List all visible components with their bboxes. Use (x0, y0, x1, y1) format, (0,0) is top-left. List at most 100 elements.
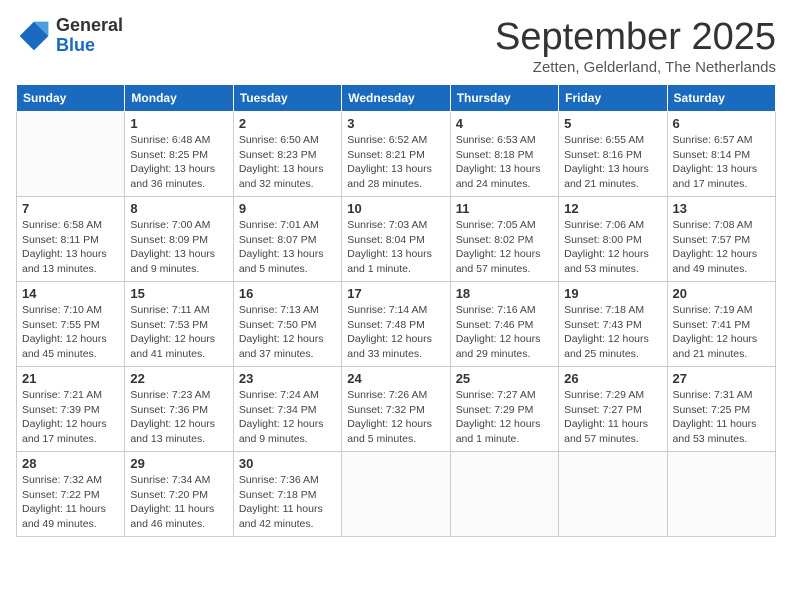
calendar-cell: 18 Sunrise: 7:16 AM Sunset: 7:46 PM Dayli… (450, 282, 558, 367)
month-title: September 2025 (495, 16, 776, 59)
day-info: Sunrise: 7:36 AM Sunset: 7:18 PM Dayligh… (239, 473, 336, 532)
calendar-cell: 9 Sunrise: 7:01 AM Sunset: 8:07 PM Daylig… (233, 197, 341, 282)
day-info: Sunrise: 7:16 AM Sunset: 7:46 PM Dayligh… (456, 303, 553, 362)
day-number: 13 (673, 201, 770, 216)
day-info: Sunrise: 6:50 AM Sunset: 8:23 PM Dayligh… (239, 133, 336, 192)
logo: General Blue (16, 16, 123, 56)
day-info: Sunrise: 7:24 AM Sunset: 7:34 PM Dayligh… (239, 388, 336, 447)
day-info: Sunrise: 6:58 AM Sunset: 8:11 PM Dayligh… (22, 218, 119, 277)
calendar-cell (559, 452, 667, 537)
day-number: 21 (22, 371, 119, 386)
week-row-3: 14 Sunrise: 7:10 AM Sunset: 7:55 PM Dayli… (17, 282, 776, 367)
calendar-cell: 30 Sunrise: 7:36 AM Sunset: 7:18 PM Dayli… (233, 452, 341, 537)
calendar-cell: 12 Sunrise: 7:06 AM Sunset: 8:00 PM Dayli… (559, 197, 667, 282)
day-header-saturday: Saturday (667, 85, 775, 112)
calendar-cell: 24Sunrise: 7:26 AM Sunset: 7:32 PM Dayli… (342, 367, 450, 452)
day-info: Sunrise: 7:23 AM Sunset: 7:36 PM Dayligh… (130, 388, 227, 447)
day-number: 4 (456, 116, 553, 131)
day-header-tuesday: Tuesday (233, 85, 341, 112)
day-number: 6 (673, 116, 770, 131)
calendar-cell: 27 Sunrise: 7:31 AM Sunset: 7:25 PM Dayli… (667, 367, 775, 452)
day-info: Sunrise: 7:18 AM Sunset: 7:43 PM Dayligh… (564, 303, 661, 362)
day-header-wednesday: Wednesday (342, 85, 450, 112)
calendar-cell: 1 Sunrise: 6:48 AM Sunset: 8:25 PM Daylig… (125, 112, 233, 197)
day-number: 19 (564, 286, 661, 301)
day-number: 25 (456, 371, 553, 386)
day-number: 18 (456, 286, 553, 301)
calendar-cell: 15 Sunrise: 7:11 AM Sunset: 7:53 PM Dayli… (125, 282, 233, 367)
calendar-cell: 20Sunrise: 7:19 AM Sunset: 7:41 PM Dayli… (667, 282, 775, 367)
calendar-cell: 21 Sunrise: 7:21 AM Sunset: 7:39 PM Dayli… (17, 367, 125, 452)
week-row-4: 21 Sunrise: 7:21 AM Sunset: 7:39 PM Dayli… (17, 367, 776, 452)
day-header-friday: Friday (559, 85, 667, 112)
day-info: Sunrise: 7:31 AM Sunset: 7:25 PM Dayligh… (673, 388, 770, 447)
day-number: 14 (22, 286, 119, 301)
day-info: Sunrise: 7:13 AM Sunset: 7:50 PM Dayligh… (239, 303, 336, 362)
calendar: SundayMondayTuesdayWednesdayThursdayFrid… (16, 84, 776, 537)
calendar-cell (17, 112, 125, 197)
week-row-2: 7 Sunrise: 6:58 AM Sunset: 8:11 PM Daylig… (17, 197, 776, 282)
calendar-cell: 13 Sunrise: 7:08 AM Sunset: 7:57 PM Dayli… (667, 197, 775, 282)
calendar-cell: 23Sunrise: 7:24 AM Sunset: 7:34 PM Dayli… (233, 367, 341, 452)
day-info: Sunrise: 7:19 AM Sunset: 7:41 PM Dayligh… (673, 303, 770, 362)
day-info: Sunrise: 7:03 AM Sunset: 8:04 PM Dayligh… (347, 218, 444, 277)
day-info: Sunrise: 6:57 AM Sunset: 8:14 PM Dayligh… (673, 133, 770, 192)
day-number: 28 (22, 456, 119, 471)
day-info: Sunrise: 7:08 AM Sunset: 7:57 PM Dayligh… (673, 218, 770, 277)
day-number: 5 (564, 116, 661, 131)
calendar-cell: 10 Sunrise: 7:03 AM Sunset: 8:04 PM Dayli… (342, 197, 450, 282)
day-number: 2 (239, 116, 336, 131)
calendar-cell (667, 452, 775, 537)
day-number: 26 (564, 371, 661, 386)
logo-icon (16, 18, 52, 54)
day-info: Sunrise: 7:21 AM Sunset: 7:39 PM Dayligh… (22, 388, 119, 447)
day-number: 7 (22, 201, 119, 216)
day-info: Sunrise: 7:06 AM Sunset: 8:00 PM Dayligh… (564, 218, 661, 277)
calendar-cell: 29Sunrise: 7:34 AM Sunset: 7:20 PM Dayli… (125, 452, 233, 537)
calendar-cell: 11 Sunrise: 7:05 AM Sunset: 8:02 PM Dayli… (450, 197, 558, 282)
title-area: September 2025 Zetten, Gelderland, The N… (495, 16, 776, 76)
week-row-1: 1 Sunrise: 6:48 AM Sunset: 8:25 PM Daylig… (17, 112, 776, 197)
calendar-cell: 25 Sunrise: 7:27 AM Sunset: 7:29 PM Dayli… (450, 367, 558, 452)
day-number: 16 (239, 286, 336, 301)
day-info: Sunrise: 6:52 AM Sunset: 8:21 PM Dayligh… (347, 133, 444, 192)
day-number: 24 (347, 371, 444, 386)
day-header-monday: Monday (125, 85, 233, 112)
day-number: 27 (673, 371, 770, 386)
week-row-5: 28Sunrise: 7:32 AM Sunset: 7:22 PM Dayli… (17, 452, 776, 537)
calendar-cell: 8Sunrise: 7:00 AM Sunset: 8:09 PM Daylig… (125, 197, 233, 282)
calendar-cell: 22 Sunrise: 7:23 AM Sunset: 7:36 PM Dayli… (125, 367, 233, 452)
day-number: 30 (239, 456, 336, 471)
day-number: 1 (130, 116, 227, 131)
logo-blue: Blue (56, 36, 123, 56)
day-info: Sunrise: 7:05 AM Sunset: 8:02 PM Dayligh… (456, 218, 553, 277)
day-info: Sunrise: 7:29 AM Sunset: 7:27 PM Dayligh… (564, 388, 661, 447)
day-info: Sunrise: 6:48 AM Sunset: 8:25 PM Dayligh… (130, 133, 227, 192)
calendar-cell (450, 452, 558, 537)
calendar-cell: 6 Sunrise: 6:57 AM Sunset: 8:14 PM Daylig… (667, 112, 775, 197)
day-number: 3 (347, 116, 444, 131)
day-number: 12 (564, 201, 661, 216)
day-header-thursday: Thursday (450, 85, 558, 112)
day-info: Sunrise: 7:01 AM Sunset: 8:07 PM Dayligh… (239, 218, 336, 277)
calendar-cell: 19 Sunrise: 7:18 AM Sunset: 7:43 PM Dayli… (559, 282, 667, 367)
day-number: 15 (130, 286, 227, 301)
day-number: 10 (347, 201, 444, 216)
calendar-cell: 16 Sunrise: 7:13 AM Sunset: 7:50 PM Dayli… (233, 282, 341, 367)
day-info: Sunrise: 7:11 AM Sunset: 7:53 PM Dayligh… (130, 303, 227, 362)
day-header-sunday: Sunday (17, 85, 125, 112)
day-info: Sunrise: 6:55 AM Sunset: 8:16 PM Dayligh… (564, 133, 661, 192)
day-number: 11 (456, 201, 553, 216)
calendar-cell: 3 Sunrise: 6:52 AM Sunset: 8:21 PM Daylig… (342, 112, 450, 197)
day-number: 9 (239, 201, 336, 216)
day-info: Sunrise: 7:10 AM Sunset: 7:55 PM Dayligh… (22, 303, 119, 362)
day-info: Sunrise: 7:27 AM Sunset: 7:29 PM Dayligh… (456, 388, 553, 447)
day-number: 29 (130, 456, 227, 471)
day-info: Sunrise: 7:00 AM Sunset: 8:09 PM Dayligh… (130, 218, 227, 277)
calendar-cell: 14 Sunrise: 7:10 AM Sunset: 7:55 PM Dayli… (17, 282, 125, 367)
calendar-cell: 26 Sunrise: 7:29 AM Sunset: 7:27 PM Dayli… (559, 367, 667, 452)
logo-general: General (56, 16, 123, 36)
day-info: Sunrise: 6:53 AM Sunset: 8:18 PM Dayligh… (456, 133, 553, 192)
day-number: 22 (130, 371, 227, 386)
calendar-cell: 4 Sunrise: 6:53 AM Sunset: 8:18 PM Daylig… (450, 112, 558, 197)
